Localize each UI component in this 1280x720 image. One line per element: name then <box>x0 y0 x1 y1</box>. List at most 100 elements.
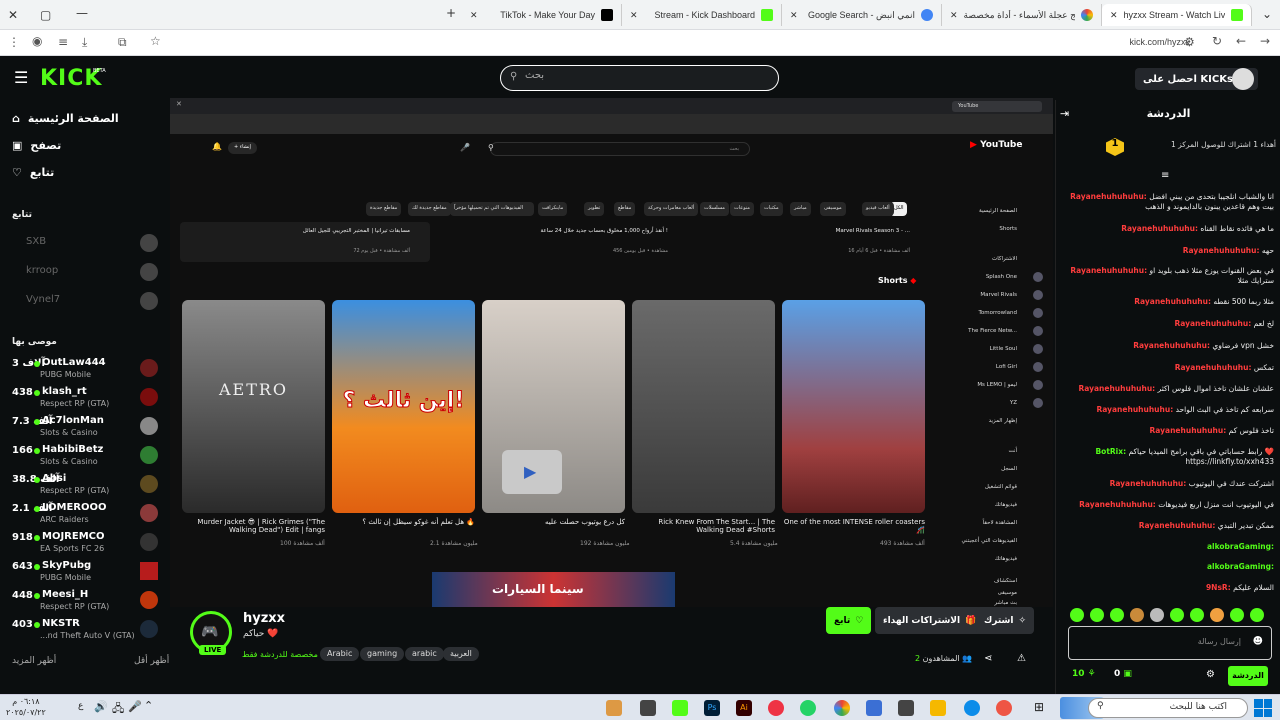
tab-close-icon[interactable]: ✕ <box>1110 10 1118 21</box>
follow-button[interactable]: تابع ♡ <box>826 607 872 634</box>
tab-hyzxx-stream[interactable]: ✕ hyzxx Stream - Watch Live on Kick <box>1102 4 1252 26</box>
chat-username[interactable]: Rayanehuhuhuhu: <box>1133 341 1210 350</box>
stream-category[interactable]: مخصصة للدردشة فقط <box>242 650 318 659</box>
emote-icon[interactable] <box>1210 608 1224 622</box>
chat-username[interactable]: Rayanehuhuhuhu: <box>1134 297 1211 306</box>
tab-search-icon[interactable]: ⌄ <box>1262 7 1272 21</box>
volume-icon[interactable]: 🔊 <box>94 700 108 713</box>
chat-username[interactable]: Rayanehuhuhuhu: <box>1097 405 1174 414</box>
forward-icon[interactable]: ← <box>1236 34 1246 48</box>
chat-username[interactable]: Rayanehuhuhuhu: <box>1070 192 1147 201</box>
emote-icon[interactable] <box>1170 608 1184 622</box>
tab-name-wheel[interactable]: ✕ برنامج عجلة الأسماء - أداة مخصصة... <box>942 4 1102 26</box>
search-input[interactable]: ⚲ بحث <box>500 65 779 91</box>
gift-subs-button[interactable]: الاشتراكات الهداء 🎁 <box>875 607 985 634</box>
recommended-item[interactable]: 643 SkyPubg PUBG Mobile <box>12 560 162 588</box>
tab-close-icon[interactable]: ✕ <box>950 10 958 21</box>
new-tab-icon[interactable]: + <box>446 6 456 20</box>
following-avatar[interactable] <box>140 234 158 252</box>
tune-icon[interactable]: ⚙ <box>1184 35 1195 49</box>
edge-icon[interactable] <box>964 700 980 716</box>
app-icon[interactable] <box>996 700 1012 716</box>
chat-username[interactable]: BotRix: <box>1095 447 1126 456</box>
chat-username[interactable]: Rayanehuhuhuhu: <box>1079 500 1156 509</box>
share-icon[interactable]: ⋖ <box>984 653 992 664</box>
show-more-link[interactable]: أظهر المزيد <box>12 656 56 666</box>
obs-icon[interactable] <box>606 700 622 716</box>
recommended-item[interactable]: 3 آلافOutLaw444 PUBG Mobile <box>12 357 162 385</box>
tag[interactable]: Arabic <box>320 647 360 661</box>
chat-username[interactable]: 9NsR: <box>1206 583 1231 592</box>
pinned-icon[interactable]: ≡ <box>1161 170 1169 181</box>
language-indicator[interactable]: ع <box>78 701 83 711</box>
menu-dots-icon[interactable]: ⋮ <box>8 35 20 49</box>
tab-google-search[interactable]: ✕ Google Search - انمي انبض <box>782 4 942 26</box>
nav-browse[interactable]: ▣ تصفح <box>12 139 61 152</box>
minimize-window-icon[interactable]: — <box>76 6 88 20</box>
whatsapp-icon[interactable] <box>800 700 816 716</box>
nav-following[interactable]: ♡ تتابع <box>12 166 54 179</box>
puzzle-icon[interactable]: ⧉ <box>118 35 127 50</box>
recommended-item[interactable]: 403 NKSTR ...nd Theft Auto V (GTA) <box>12 618 162 646</box>
tab-close-icon[interactable]: ✕ <box>630 10 638 21</box>
tag[interactable]: العربية <box>443 647 479 661</box>
tag[interactable]: arabic <box>405 647 444 661</box>
recommended-item[interactable]: 166 HabibiBetz Slots & Casino <box>12 444 162 472</box>
chat-username[interactable]: alkobraGaming: <box>1207 542 1274 551</box>
download-icon[interactable]: ⤓ <box>82 35 87 50</box>
emote-icon[interactable] <box>1110 608 1124 622</box>
chat-username[interactable]: Rayanehuhuhuhu: <box>1070 266 1147 275</box>
task-view-icon[interactable]: ⊞ <box>1034 700 1044 714</box>
emote-icon[interactable] <box>1090 608 1104 622</box>
chat-username[interactable]: Rayanehuhuhuhu: <box>1175 363 1252 372</box>
illustrator-icon[interactable]: Ai <box>736 700 752 716</box>
report-icon[interactable]: ⚠ <box>1017 653 1026 664</box>
chat-username[interactable]: Rayanehuhuhuhu: <box>1121 224 1198 233</box>
app-icon[interactable] <box>768 700 784 716</box>
recommended-item[interactable]: 448 Meesi_H Respect RP (GTA) <box>12 589 162 617</box>
bookmark-star-icon[interactable]: ☆ <box>150 34 161 48</box>
settings-icon[interactable]: ⚙ <box>1206 669 1215 680</box>
close-window-icon[interactable]: ✕ <box>8 8 18 22</box>
chat-username[interactable]: Rayanehuhuhuhu: <box>1150 426 1227 435</box>
taskbar-clock[interactable]: ٠٦:١٨ م ٢٠٢٥/٠٧/٢٢ <box>6 696 46 718</box>
camera-icon[interactable] <box>898 700 914 716</box>
file-explorer-icon[interactable] <box>930 700 946 716</box>
chat-username[interactable]: Rayanehuhuhuhu: <box>1110 479 1187 488</box>
streamer-name[interactable]: hyzxx <box>243 611 285 626</box>
tray-chevron-icon[interactable]: ⌃ <box>144 699 153 712</box>
chat-username[interactable]: Rayanehuhuhuhu: <box>1139 521 1216 530</box>
back-icon[interactable]: → <box>1260 34 1270 48</box>
windows-start-icon[interactable] <box>1254 699 1272 717</box>
restore-window-icon[interactable]: ▢ <box>40 8 51 22</box>
emote-icon[interactable] <box>1230 608 1244 622</box>
following-item[interactable]: Vynel7 <box>26 294 60 305</box>
subscribe-button[interactable]: اشترك ✧ <box>976 607 1035 634</box>
tab-close-icon[interactable]: ✕ <box>470 10 478 21</box>
url-field[interactable]: kick.com/hyzxx <box>1129 37 1190 47</box>
extensions-icon[interactable]: ≡ <box>58 35 68 49</box>
following-avatar[interactable] <box>140 292 158 310</box>
chat-username[interactable]: Rayanehuhuhuhu: <box>1183 246 1260 255</box>
recommended-item[interactable]: 7.3 آلف Ac7lonMan Slots & Casino <box>12 415 162 443</box>
recommended-item[interactable]: 2.1 آلف LOMEROOO ARC Raiders <box>12 502 162 530</box>
chat-username[interactable]: Rayanehuhuhuhu: <box>1175 319 1252 328</box>
hamburger-menu-icon[interactable]: ☰ <box>14 68 28 87</box>
kicks-balance[interactable]: 0 ▣ <box>1114 669 1132 679</box>
chat-username[interactable]: alkobraGaming: <box>1207 562 1274 571</box>
following-item[interactable]: SXB <box>26 236 46 247</box>
app-icon[interactable] <box>866 700 882 716</box>
following-avatar[interactable] <box>140 263 158 281</box>
emote-icon[interactable] <box>1190 608 1204 622</box>
emote-icon[interactable] <box>1250 608 1264 622</box>
emote-icon[interactable] <box>1130 608 1144 622</box>
mic-icon[interactable]: 🎤 <box>128 700 142 713</box>
chat-username[interactable]: Rayanehuhuhuhu: <box>1078 384 1155 393</box>
tab-tiktok[interactable]: ✕ TikTok - Make Your Day <box>462 4 622 26</box>
gift-leaderboard-banner[interactable]: أهداء 1 اشتراك للوصول المركز 1 <box>1106 140 1276 160</box>
recommended-item[interactable]: 918 MOJREMCO EA Sports FC 26 <box>12 531 162 559</box>
tab-close-icon[interactable]: ✕ <box>790 10 798 21</box>
reload-icon[interactable]: ↻ <box>1212 34 1222 48</box>
send-chat-button[interactable]: الدردشة <box>1228 666 1268 686</box>
tab-kick-dashboard[interactable]: ✕ Stream - Kick Dashboard <box>622 4 782 26</box>
